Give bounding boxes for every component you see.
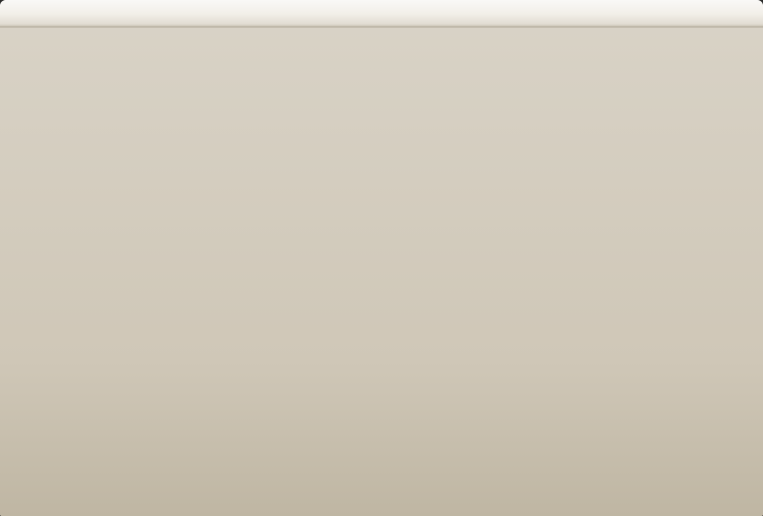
title-bar[interactable]: MINGW64:/d/AndroidStudioProjects/DemoApp…	[0, 0, 763, 27]
output-text: create mode 100644 hencoder/src/main/res…	[14, 46, 455, 62]
output-text: Total 249 (delta 73), reused 0 (delta 0)	[14, 228, 313, 244]
terminal-output-line: Delta compression using up to 4 threads.	[14, 411, 739, 428]
mingw-icon	[10, 6, 22, 20]
terminal-window: MINGW64:/d/AndroidStudioProjects/DemoApp…	[0, 0, 763, 516]
terminal-output-line: create mode 100644 hencoder/src/main/res…	[14, 47, 739, 64]
prompt-branch: (master)	[431, 344, 492, 360]
terminal-output-line: Username for 'https://github.com': Zhang…	[14, 377, 739, 394]
output-text: Writing objects: 100% (249/249), 454.79 …	[14, 443, 477, 459]
minimize-button[interactable]	[671, 2, 700, 22]
terminal-output-line: Everything up-to-date	[14, 311, 739, 328]
scroll-down-button[interactable]	[741, 493, 757, 510]
close-button[interactable]: ✕	[729, 2, 758, 22]
terminal-output-line: To https://github.com/ZhangZeQiao/DemoAp…	[14, 493, 739, 510]
output-text: Writing objects: 100% (249/249), 454.79 …	[14, 212, 477, 228]
terminal-output-line: Counting objects: 249, done.	[14, 162, 739, 179]
output-text: Compressing objects: 100% (217/217), don…	[14, 427, 328, 443]
output-text: create mode 100644 settings.gradle	[14, 79, 276, 95]
output-text: To https://github.com/ZhangZeQiao/DemoAp…	[14, 493, 350, 509]
chevron-up-icon	[745, 34, 753, 39]
terminal-output-line: fatal: The remote end hung up unexpected…	[14, 295, 739, 312]
scrollbar-thumb[interactable]	[741, 449, 757, 493]
output-text: remote: fatal: early EOF	[14, 245, 194, 261]
output-text: Counting objects: 249, done.	[14, 162, 223, 178]
scroll-up-button[interactable]	[741, 28, 757, 45]
command-text: $ git push origin master	[14, 129, 194, 145]
prompt-user-host: joe@GZ-PC-0060	[14, 344, 119, 360]
output-text: fatal: The remote end hung up unexpected…	[14, 294, 328, 310]
terminal-surface[interactable]: create mode 100644 hencoder/src/main/res…	[6, 28, 741, 510]
prompt-path: /d/AndroidStudioProjects/DemoApp	[185, 344, 425, 360]
terminal-scrollbar[interactable]	[740, 28, 757, 510]
terminal-output-line: Total 249 (delta 73), reused 0 (delta 0)	[14, 460, 739, 477]
terminal-output-line: Delta compression using up to 4 threads.	[14, 179, 739, 196]
minimize-icon	[680, 10, 691, 14]
output-text: fatal: The remote end hung up unexpected…	[14, 278, 328, 294]
output-text: Delta compression using up to 4 threads.	[14, 410, 313, 426]
prompt-branch: (master)	[431, 112, 492, 128]
terminal-frame: create mode 100644 hencoder/src/main/res…	[5, 27, 758, 511]
terminal-output-line: Writing objects: 100% (249/249), 454.79 …	[14, 212, 739, 229]
window-title: MINGW64:/d/AndroidStudioProjects/DemoApp	[31, 3, 304, 18]
terminal-output-line: create mode 100644 hencoder/src/main/res…	[14, 30, 739, 47]
maximize-icon	[709, 8, 719, 16]
output-text: Counting objects: 249, done.	[14, 394, 223, 410]
terminal-output-line: Compressing objects: 100% (217/217), don…	[14, 195, 739, 212]
output-text: Everything up-to-date	[14, 311, 171, 327]
terminal-command-line: $ git push -u origin master	[14, 361, 739, 378]
scrollbar-track[interactable]	[741, 45, 757, 493]
prompt-shell-tag: MINGW64	[125, 112, 179, 128]
prompt-user-host: joe@GZ-PC-0060	[14, 112, 119, 128]
output-text: Total 249 (delta 73), reused 0 (delta 0)	[14, 460, 313, 476]
command-text: $ git push -u origin master	[14, 360, 216, 376]
grip-icon	[745, 466, 753, 477]
chevron-down-icon	[745, 499, 753, 504]
close-icon: ✕	[737, 4, 749, 20]
terminal-prompt-line: joe@GZ-PC-0060 MINGW64 /d/AndroidStudioP…	[14, 113, 739, 130]
output-text: remote: Resolving deltas: 100% (73/73), …	[14, 476, 350, 492]
output-text: Delta compression using up to 4 threads.	[14, 178, 313, 194]
terminal-output-line: Username for 'https://github.com': Zhang…	[14, 146, 739, 163]
terminal-output-line: Total 249 (delta 73), reused 0 (delta 0)	[14, 229, 739, 246]
terminal-output-line: Writing objects: 100% (249/249), 454.79 …	[14, 444, 739, 461]
terminal-output-line: error: RPC failed; curl 18 transfer clos…	[14, 262, 739, 279]
terminal-command-line: $ git push origin master	[14, 129, 739, 146]
terminal-output-line: Compressing objects: 100% (217/217), don…	[14, 427, 739, 444]
terminal-output-line: create mode 100644 hencoder/src/test/jav…	[14, 63, 739, 80]
output-text: Username for 'https://github.com': Zhang…	[14, 377, 358, 393]
prompt-path: /d/AndroidStudioProjects/DemoApp	[185, 112, 425, 128]
prompt-shell-tag: MINGW64	[125, 344, 179, 360]
window-bottom-edge	[0, 511, 763, 516]
output-text: error: RPC failed; curl 18 transfer clos…	[14, 261, 604, 277]
terminal-output-line: remote: Resolving deltas: 100% (73/73), …	[14, 477, 739, 494]
window-controls: ✕	[671, 2, 758, 22]
terminal-output-line: Counting objects: 249, done.	[14, 394, 739, 411]
output-text: Compressing objects: 100% (217/217), don…	[14, 195, 328, 211]
output-text: create mode 100644 hencoder/src/test/jav…	[14, 63, 604, 79]
maximize-button[interactable]	[700, 2, 729, 22]
terminal-output-line: remote: fatal: early EOF	[14, 245, 739, 262]
terminal-output-line: create mode 100644 settings.gradle	[14, 80, 739, 97]
output-text: create mode 100644 hencoder/src/main/res…	[14, 30, 462, 45]
terminal-output-line: fatal: The remote end hung up unexpected…	[14, 278, 739, 295]
terminal-output: create mode 100644 hencoder/src/main/res…	[14, 30, 739, 510]
output-text: Username for 'https://github.com': Zhang…	[14, 145, 358, 161]
terminal-prompt-line: joe@GZ-PC-0060 MINGW64 /d/AndroidStudioP…	[14, 344, 739, 361]
